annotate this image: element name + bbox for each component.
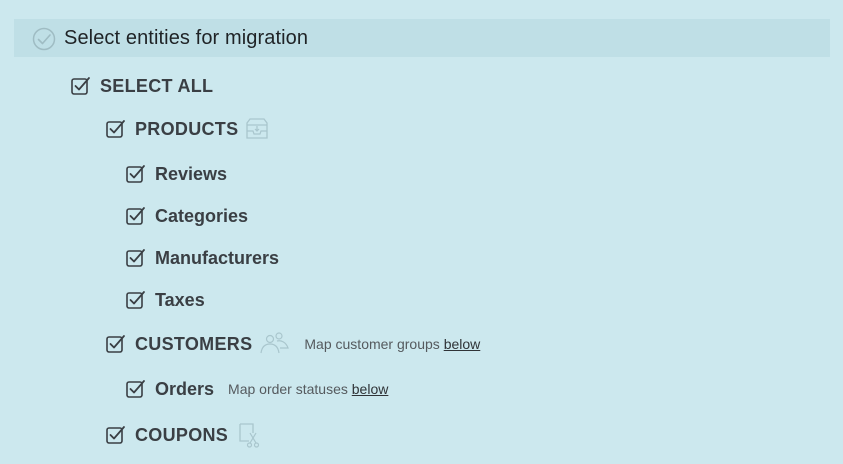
customers-row[interactable]: CUSTOMERS Map customer groups below xyxy=(105,331,480,357)
reviews-label[interactable]: Reviews xyxy=(155,164,227,185)
orders-hint: Map order statuses below xyxy=(228,381,388,397)
customer-groups-below-link[interactable]: below xyxy=(444,336,481,352)
box-icon xyxy=(246,118,269,139)
reviews-checkbox[interactable] xyxy=(125,163,147,185)
taxes-checkbox[interactable] xyxy=(125,289,147,311)
coupons-row[interactable]: COUPONS xyxy=(105,421,262,449)
manufacturers-row[interactable]: Manufacturers xyxy=(125,247,279,269)
categories-checkbox[interactable] xyxy=(125,205,147,227)
orders-label[interactable]: Orders xyxy=(155,379,214,400)
section-header: Select entities for migration xyxy=(14,19,830,57)
products-row[interactable]: PRODUCTS xyxy=(105,117,270,141)
customers-hint-text: Map customer groups xyxy=(304,336,440,352)
coupon-scissors-icon xyxy=(239,423,260,448)
products-label[interactable]: PRODUCTS xyxy=(135,119,238,140)
coupons-checkbox[interactable] xyxy=(105,424,127,446)
categories-row[interactable]: Categories xyxy=(125,205,248,227)
products-checkbox[interactable] xyxy=(105,118,127,140)
select-all-checkbox[interactable] xyxy=(70,75,92,97)
order-statuses-below-link[interactable]: below xyxy=(352,381,389,397)
manufacturers-checkbox[interactable] xyxy=(125,247,147,269)
customers-hint: Map customer groups below xyxy=(304,336,480,352)
orders-hint-text: Map order statuses xyxy=(228,381,348,397)
coupons-label[interactable]: COUPONS xyxy=(135,425,228,446)
reviews-row[interactable]: Reviews xyxy=(125,163,227,185)
categories-label[interactable]: Categories xyxy=(155,206,248,227)
check-circle-icon xyxy=(32,27,56,51)
manufacturers-label[interactable]: Manufacturers xyxy=(155,248,279,269)
orders-row[interactable]: Orders Map order statuses below xyxy=(125,378,388,400)
orders-checkbox[interactable] xyxy=(125,378,147,400)
taxes-row[interactable]: Taxes xyxy=(125,289,205,311)
customers-checkbox[interactable] xyxy=(105,333,127,355)
select-all-label[interactable]: SELECT ALL xyxy=(100,76,213,97)
section-title: Select entities for migration xyxy=(64,27,309,49)
taxes-label[interactable]: Taxes xyxy=(155,290,205,311)
customers-label[interactable]: CUSTOMERS xyxy=(135,334,252,355)
select-all-row[interactable]: SELECT ALL xyxy=(70,75,213,97)
users-icon xyxy=(260,332,290,354)
